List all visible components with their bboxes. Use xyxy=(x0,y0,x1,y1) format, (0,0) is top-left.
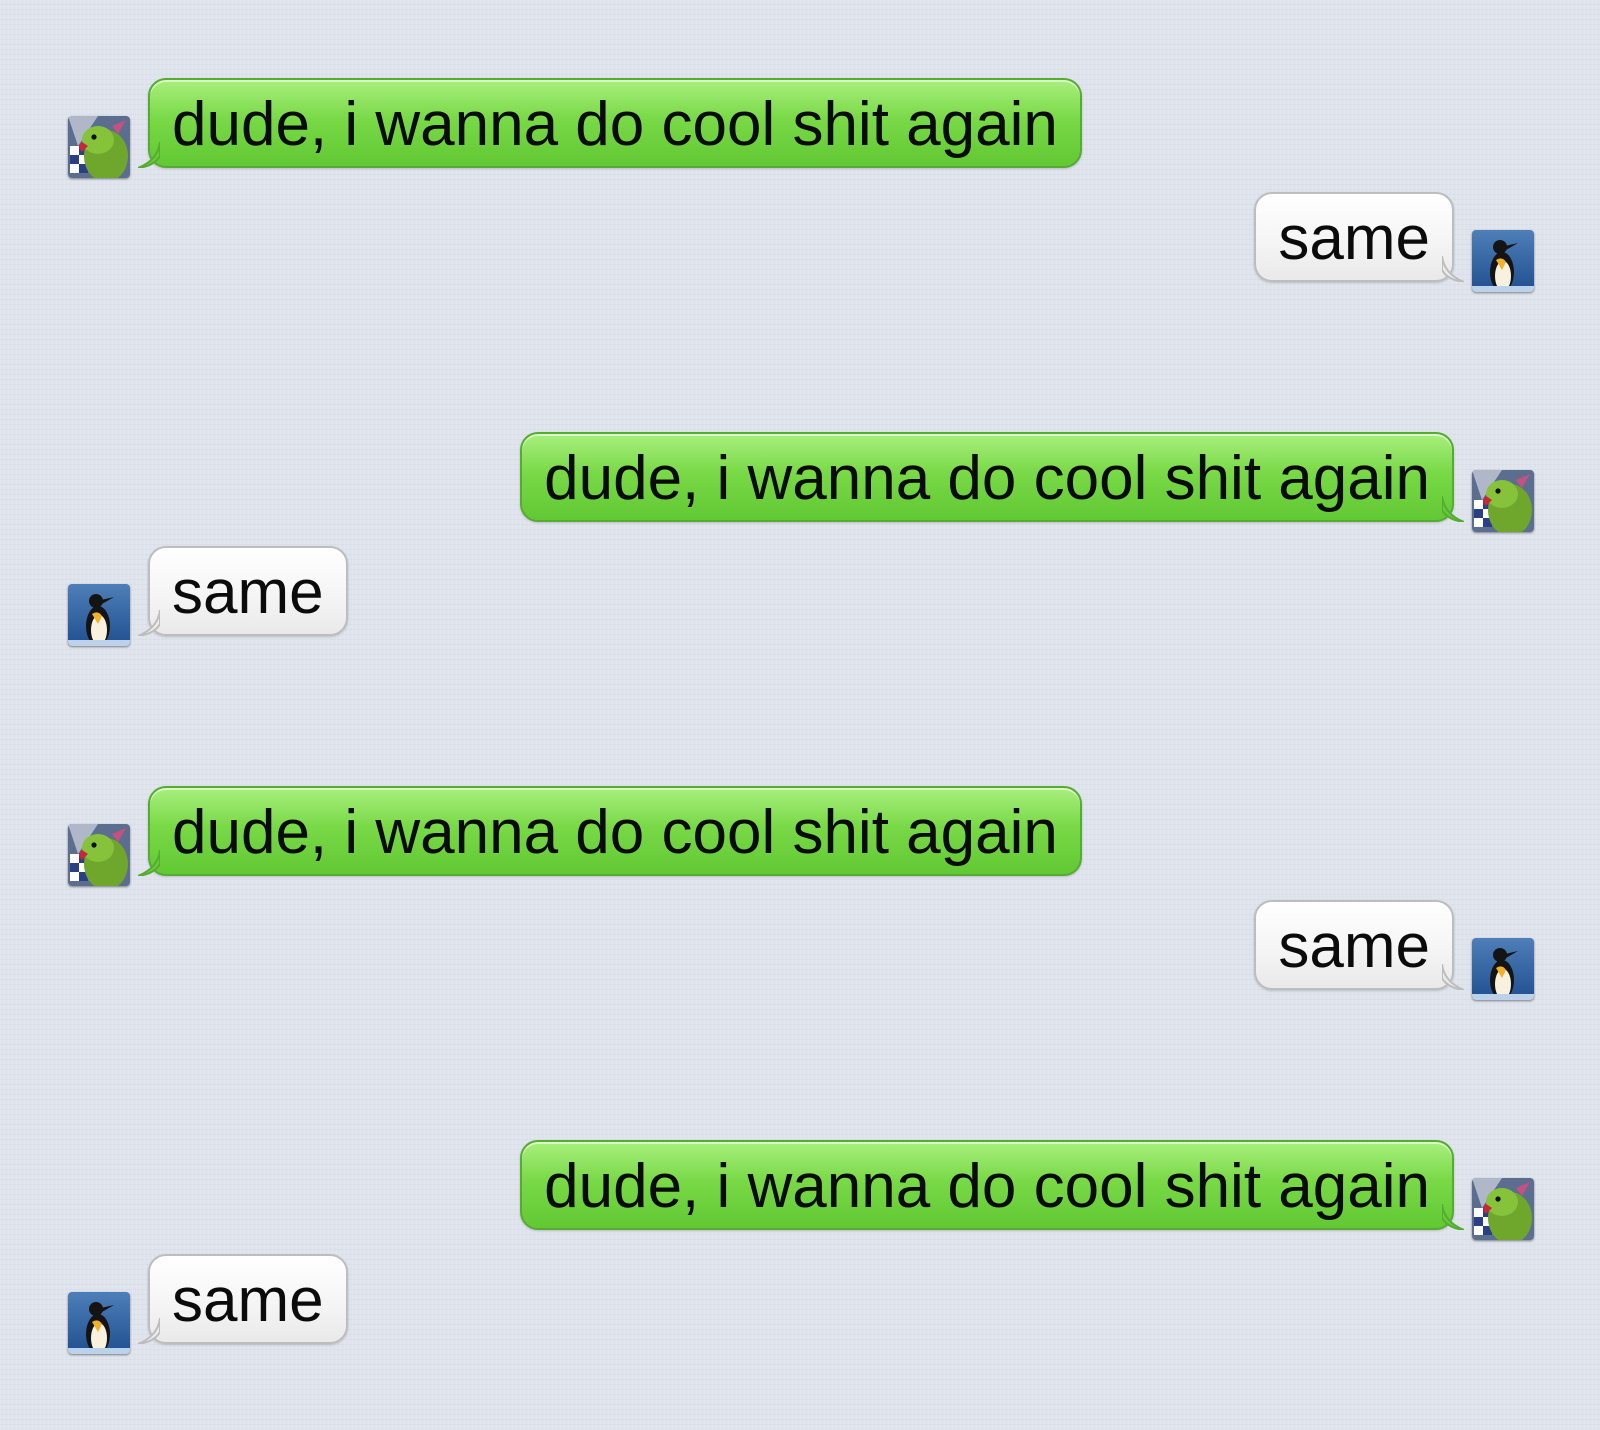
message-text: dude, i wanna do cool shit again xyxy=(544,1152,1430,1221)
parrot-avatar xyxy=(1472,1178,1534,1240)
penguin-avatar xyxy=(1472,230,1534,292)
message-text: dude, i wanna do cool shit again xyxy=(172,90,1058,159)
message-bubble-white: same xyxy=(1254,192,1454,282)
bubble-tail-icon xyxy=(138,850,160,876)
message-bubble-green: dude, i wanna do cool shit again xyxy=(520,1140,1454,1230)
message-text: same xyxy=(1278,204,1430,273)
message-bubble-green: dude, i wanna do cool shit again xyxy=(520,432,1454,522)
bubble-tail-icon xyxy=(1442,1204,1464,1230)
bubble-tail-icon xyxy=(1442,496,1464,522)
message-text: same xyxy=(172,1266,324,1335)
bubble-tail-icon xyxy=(1442,256,1464,282)
penguin-avatar xyxy=(68,584,130,646)
penguin-avatar xyxy=(68,1292,130,1354)
parrot-avatar xyxy=(1472,470,1534,532)
message-text: same xyxy=(172,558,324,627)
chat-transcript: dude, i wanna do cool shit again same du… xyxy=(0,0,1600,1430)
message-text: dude, i wanna do cool shit again xyxy=(544,444,1430,513)
bubble-tail-icon xyxy=(138,610,160,636)
bubble-tail-icon xyxy=(1442,964,1464,990)
message-bubble-white: same xyxy=(1254,900,1454,990)
message-bubble-white: same xyxy=(148,546,348,636)
parrot-avatar xyxy=(68,116,130,178)
penguin-avatar xyxy=(1472,938,1534,1000)
parrot-avatar xyxy=(68,824,130,886)
message-text: dude, i wanna do cool shit again xyxy=(172,798,1058,867)
bubble-tail-icon xyxy=(138,1318,160,1344)
message-bubble-green: dude, i wanna do cool shit again xyxy=(148,78,1082,168)
bubble-tail-icon xyxy=(138,142,160,168)
message-bubble-green: dude, i wanna do cool shit again xyxy=(148,786,1082,876)
message-text: same xyxy=(1278,912,1430,981)
message-bubble-white: same xyxy=(148,1254,348,1344)
